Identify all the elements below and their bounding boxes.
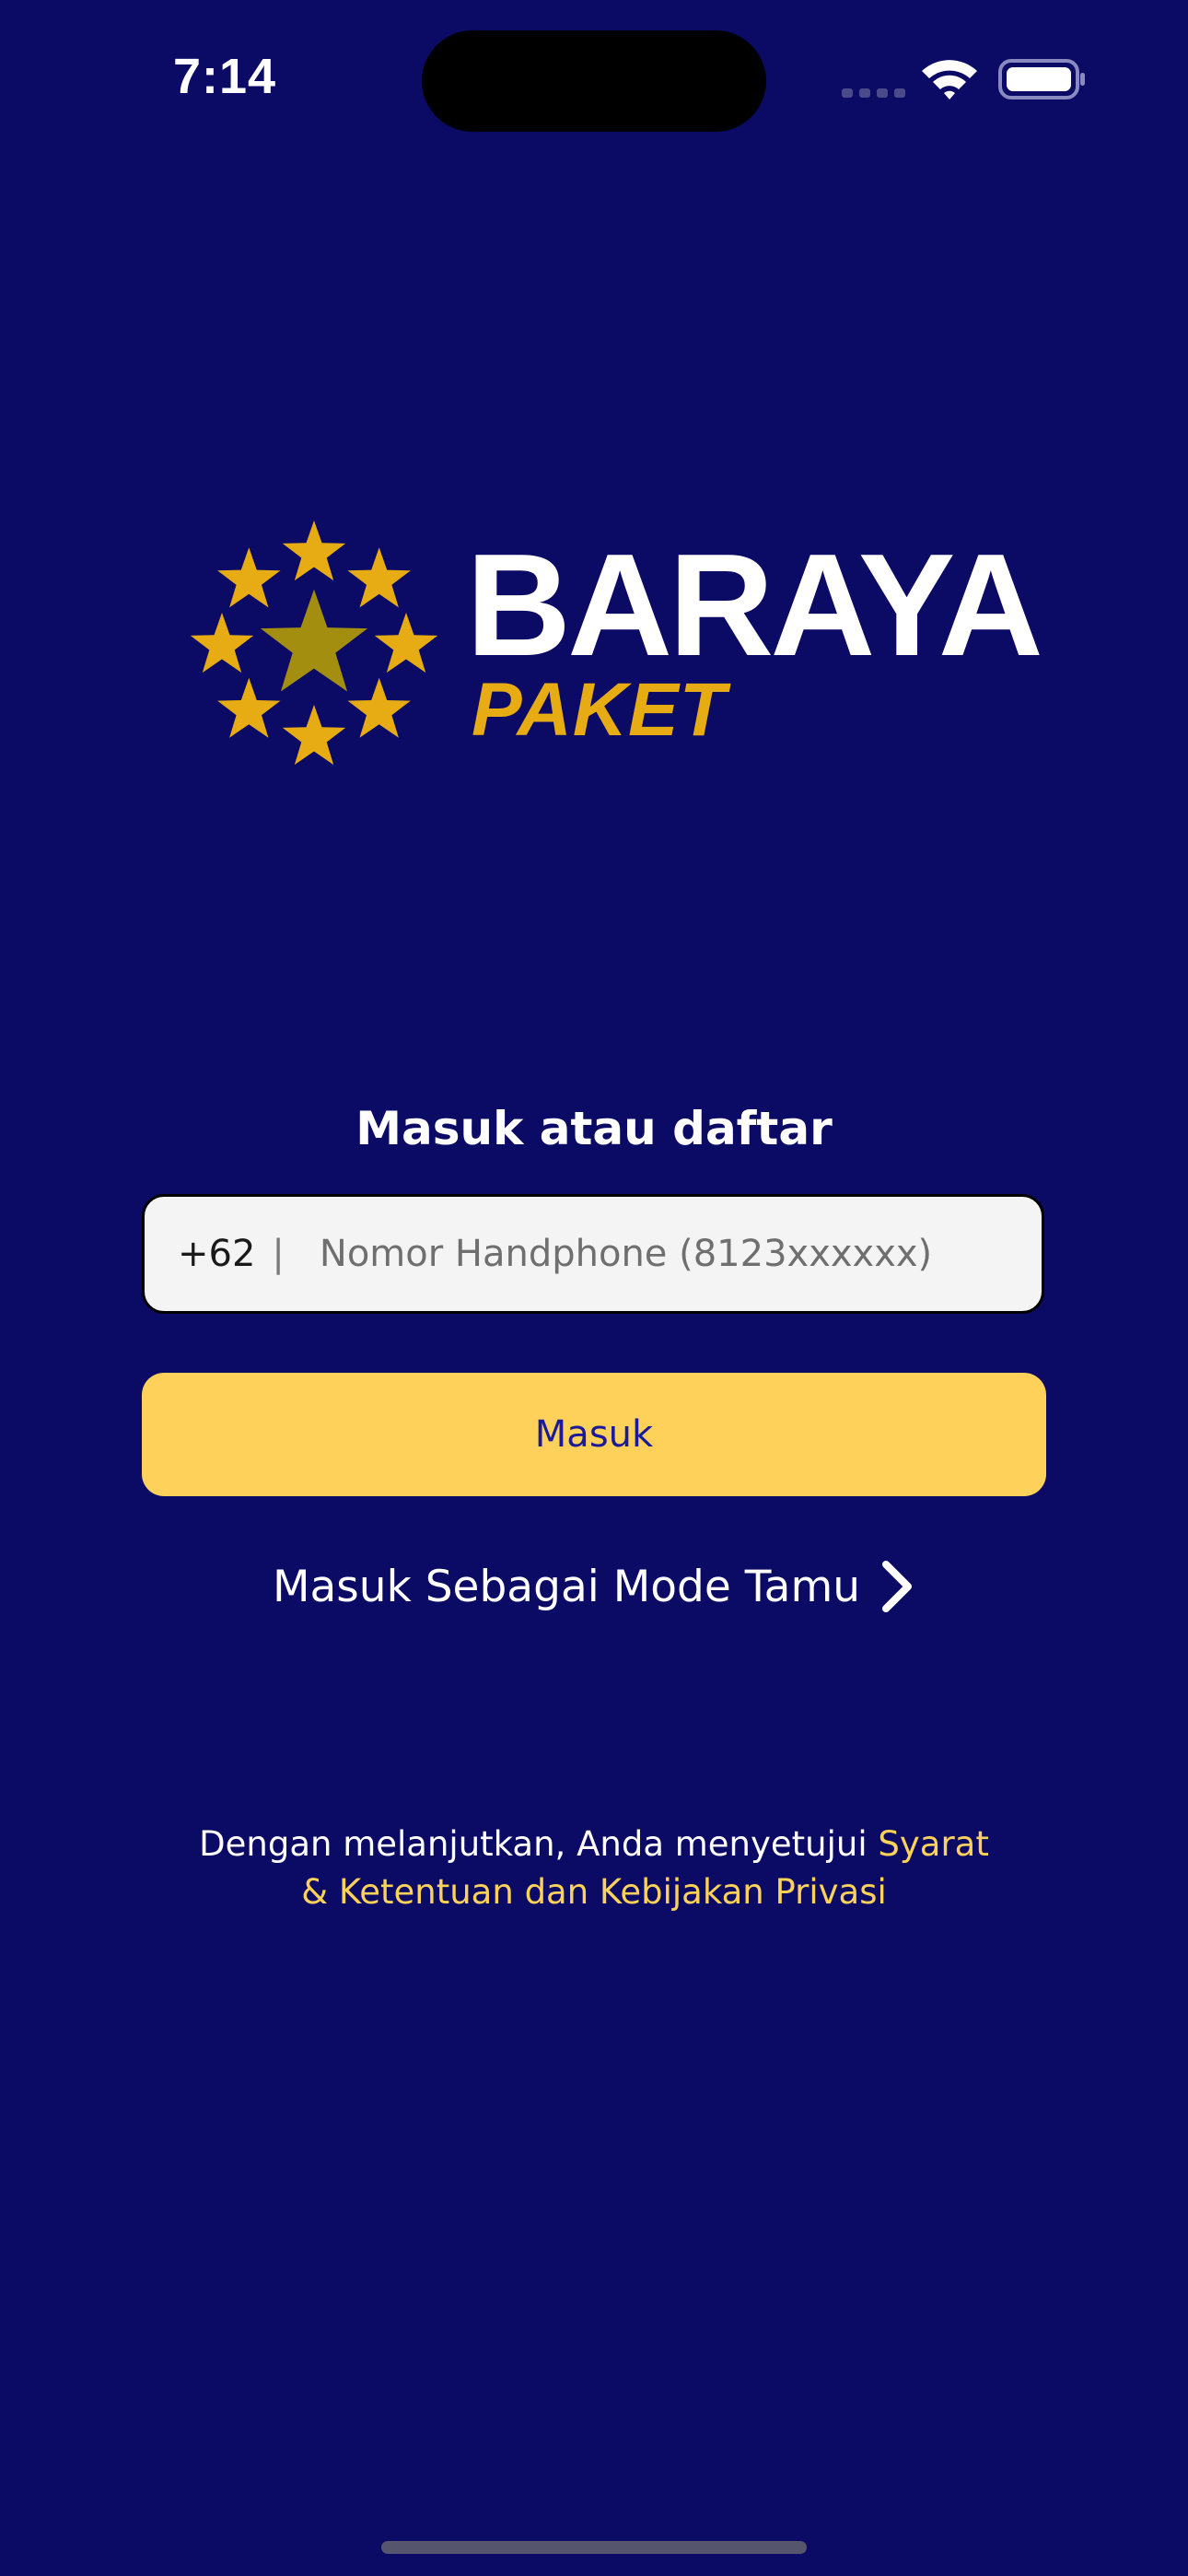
form-title: Masuk atau daftar: [355, 1102, 833, 1155]
phone-input[interactable]: [319, 1197, 1042, 1311]
star-ring-logo-icon: [190, 521, 438, 766]
cellular-signal-icon: [842, 88, 905, 98]
home-indicator[interactable]: [381, 2541, 807, 2554]
dynamic-island: [422, 30, 766, 132]
chevron-right-icon: [882, 1561, 913, 1612]
phone-field[interactable]: +62 |: [142, 1194, 1044, 1314]
wifi-icon: [922, 60, 977, 100]
logo-sub-text: PAKET: [472, 668, 727, 752]
status-time: 7:14: [173, 49, 277, 104]
terms-notice: Dengan melanjutkan, Anda menyetujui Syar…: [184, 1821, 1004, 1916]
terms-text: Dengan melanjutkan, Anda menyetujui: [199, 1824, 879, 1864]
battery-icon: [998, 59, 1085, 100]
brand-logo: BARAYA PAKET: [181, 512, 1043, 785]
login-button[interactable]: Masuk: [142, 1373, 1046, 1496]
phone-divider: |: [272, 1233, 285, 1275]
login-screen: 7:14 BARAYA PAKET Masuk atau daftar +62 …: [0, 0, 1188, 2576]
guest-mode-label: Masuk Sebagai Mode Tamu: [272, 1561, 861, 1612]
guest-mode-link[interactable]: Masuk Sebagai Mode Tamu: [0, 1559, 1188, 1614]
country-code: +62: [178, 1233, 256, 1275]
logo-brand-text: BARAYA: [466, 524, 1043, 686]
